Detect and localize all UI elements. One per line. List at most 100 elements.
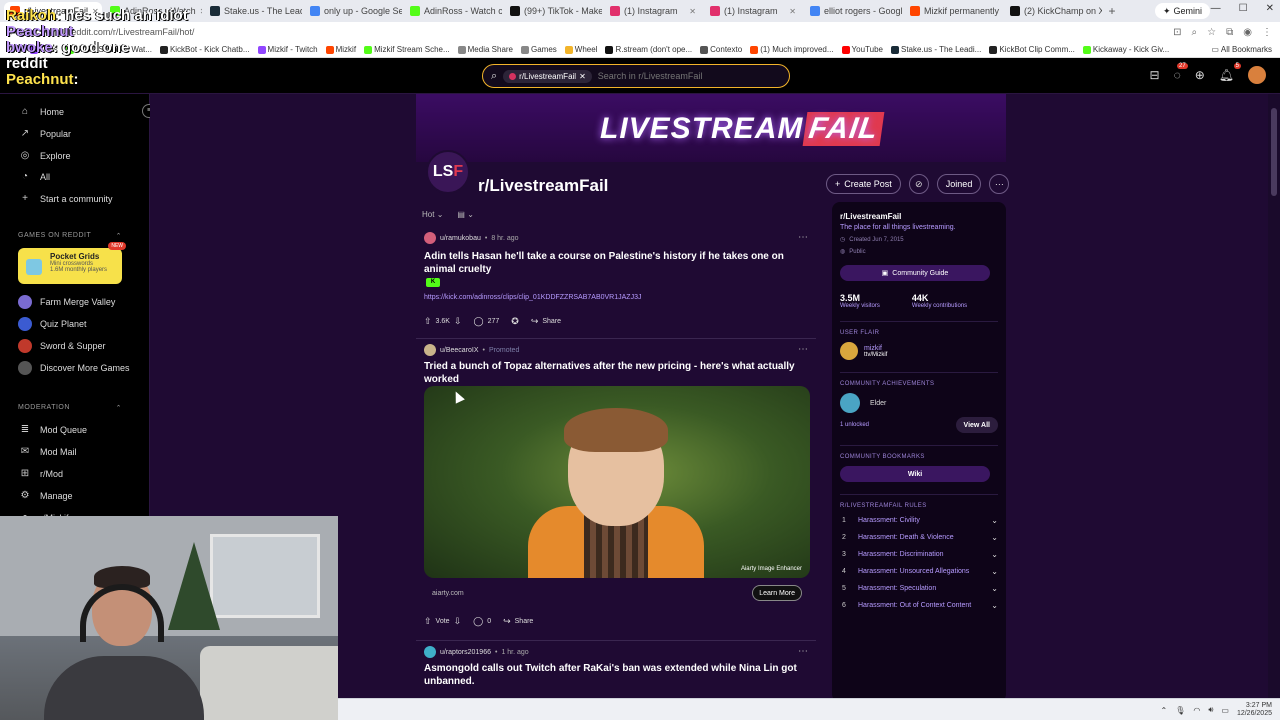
sidebar-game-item[interactable]: Quiz Planet (18, 317, 87, 331)
post-title[interactable]: Adin tells Hasan he'll take a course on … (424, 250, 804, 276)
browser-tab[interactable]: Stake.us - The Leading✕ (204, 2, 302, 20)
post-title[interactable]: Tried a bunch of Topaz alternatives afte… (424, 360, 804, 386)
rule-item[interactable]: 5 Harassment: Speculation ⌄ (840, 584, 998, 594)
wifi-icon[interactable]: ◠ (1193, 706, 1200, 715)
bookmark-item[interactable]: Kickaway - Kick Giv... (1082, 45, 1169, 54)
search-bar[interactable]: ⌕ r/LivestreamFail ✕ (482, 64, 790, 88)
post-link[interactable]: https://kick.com/adinross/clips/clip_01K… (424, 294, 641, 301)
share-button[interactable]: ↪ Share (503, 616, 533, 627)
rule-item[interactable]: 4 Harassment: Unsourced Allegations ⌄ (840, 567, 998, 577)
rule-item[interactable]: 6 Harassment: Out of Context Content ⌄ (840, 601, 998, 611)
minimize-icon[interactable]: — (1211, 3, 1221, 14)
bookmark-item[interactable]: Media Share (457, 45, 513, 54)
profile-icon[interactable]: ◉ (1243, 27, 1252, 38)
bookmark-item[interactable]: (1) Much improved... (750, 45, 834, 54)
share-button[interactable]: ↪ Share (531, 316, 561, 327)
post-more-icon[interactable]: ⋯ (798, 646, 808, 657)
clock[interactable]: 3:27 PM 12/26/2025 (1237, 702, 1272, 718)
downvote-icon[interactable]: ⇩ (454, 316, 462, 327)
sidebar-item-popular[interactable]: ↗ Popular (20, 128, 71, 139)
chevron-down-icon[interactable]: ⌄ (991, 584, 998, 594)
bookmark-item[interactable]: Stake.us - The Leadi... (890, 45, 981, 54)
subreddit-search-chip[interactable]: r/LivestreamFail ✕ (503, 69, 592, 83)
sidebar-game-item[interactable]: Farm Merge Valley (18, 295, 115, 309)
chevron-down-icon[interactable]: ⌄ (991, 567, 998, 577)
sidebar-mod-item[interactable]: ⚙ Manage (20, 490, 73, 501)
new-tab-button[interactable]: + (1104, 4, 1120, 18)
post-author[interactable]: u/raptors201966 (440, 649, 491, 656)
browser-tab[interactable]: (2) KickChamp on X✕ (1004, 2, 1102, 20)
games-section-heading[interactable]: GAMES ON REDDIT ⌃ (18, 232, 122, 240)
bookmark-item[interactable]: Mizkif (325, 45, 356, 54)
community-guide-button[interactable]: ▣ Community Guide (840, 265, 990, 281)
tab-close-icon[interactable]: ✕ (689, 7, 696, 16)
sidebar-item-explore[interactable]: ◎ Explore (20, 150, 71, 161)
notifications-button[interactable]: 🔔︎ 5 (1219, 63, 1241, 82)
comments-button[interactable]: ◯ 277 (474, 316, 500, 327)
sidebar-game-item[interactable]: Discover More Games (18, 361, 130, 375)
bookmark-item[interactable]: R.stream (don't ope... (605, 45, 692, 54)
browser-tab[interactable]: (1) Instagram ✕ (604, 2, 702, 20)
post-more-icon[interactable]: ⋯ (798, 344, 808, 355)
featured-game-card[interactable]: Pocket Grids Mini crosswords 1.6M monthl… (18, 242, 126, 284)
scroll-thumb[interactable] (1271, 108, 1277, 196)
browser-tab[interactable]: (99+) TikTok - Make Your✕ (504, 2, 602, 20)
post-author[interactable]: u/ramukobau (440, 235, 481, 242)
bookmark-item[interactable]: Contexto (700, 45, 742, 54)
chevron-down-icon[interactable]: ⌄ (991, 550, 998, 560)
moderation-section-heading[interactable]: MODERATION ⌃ (18, 404, 122, 412)
zoom-icon[interactable]: ⌕ (1192, 27, 1198, 38)
bookmark-item[interactable]: Games (521, 45, 557, 54)
upvote-icon[interactable]: ⇧ (424, 616, 432, 627)
post-author[interactable]: u/BeecaroIX (440, 347, 479, 354)
chevron-down-icon[interactable]: ⌄ (991, 601, 998, 611)
mic-icon[interactable]: 🎙︎ (1175, 706, 1185, 715)
bookmark-star-icon[interactable]: ☆ (1207, 27, 1216, 38)
wiki-button[interactable]: Wiki (840, 466, 990, 482)
post-more-icon[interactable]: ⋯ (798, 232, 808, 243)
learn-more-button[interactable]: Learn More (752, 585, 802, 601)
bookmark-item[interactable]: Wheel (564, 45, 597, 54)
browser-tab[interactable]: only up - Google Search✕ (304, 2, 402, 20)
browser-tab[interactable]: Mizkif permanently ban✕ (904, 2, 1002, 20)
sidebar-mod-item[interactable]: ≣ Mod Queue (20, 424, 87, 435)
ad-domain[interactable]: aiarty.com (432, 590, 464, 597)
install-icon[interactable]: ⊡ (1173, 27, 1181, 38)
vote-control[interactable]: ⇧ 3.6K ⇩ (424, 316, 462, 327)
ads-icon[interactable]: ⊟ (1150, 68, 1160, 82)
bookmark-item[interactable]: YouTube (841, 45, 883, 54)
browser-tab[interactable]: elliot rogers - Google Se✕ (804, 2, 902, 20)
sidebar-mod-item[interactable]: ⊞ r/Mod (20, 468, 63, 479)
all-bookmarks[interactable]: ▭ All Bookmarks (1211, 45, 1272, 54)
award-button[interactable]: ✪ (511, 316, 519, 327)
maximize-icon[interactable]: ☐ (1239, 3, 1248, 14)
achievement-item[interactable]: Elder (840, 393, 998, 413)
page-scrollbar[interactable] (1268, 94, 1280, 698)
create-icon[interactable]: ⊕ (1195, 68, 1205, 82)
search-input[interactable] (597, 71, 778, 81)
chevron-down-icon[interactable]: ⌄ (991, 516, 998, 526)
bookmark-item[interactable]: KickBot Clip Comm... (989, 45, 1075, 54)
chip-close-icon[interactable]: ✕ (579, 72, 586, 81)
tab-close-icon[interactable]: ✕ (789, 7, 796, 16)
post-title[interactable]: Asmongold calls out Twitch after RaKai's… (424, 662, 804, 688)
chevron-down-icon[interactable]: ⌄ (991, 533, 998, 543)
sidebar-game-item[interactable]: Sword & Supper (18, 339, 106, 353)
notifications-mute-button[interactable]: ⊘ (908, 174, 929, 194)
sort-dropdown[interactable]: Hot ⌄ (422, 210, 443, 219)
battery-icon[interactable]: ▭ (1221, 706, 1229, 715)
joined-button[interactable]: Joined (936, 174, 982, 194)
bookmark-item[interactable]: Mizkif Stream Sche... (364, 45, 450, 54)
vote-control[interactable]: ⇧ Vote ⇩ (424, 616, 461, 627)
more-options-button[interactable]: ⋯ (989, 174, 1010, 194)
rule-item[interactable]: 2 Harassment: Death & Violence ⌄ (840, 533, 998, 543)
downvote-icon[interactable]: ⇩ (454, 616, 462, 627)
chat-button[interactable]: ◌ 27 (1174, 63, 1188, 82)
user-flair[interactable]: mizkif ttv/Mizkif (840, 342, 998, 360)
browser-tab[interactable]: AdinRoss - Watch clips✕ (404, 2, 502, 20)
user-avatar[interactable] (1248, 66, 1266, 84)
browser-tab[interactable]: (1) Instagram ✕ (704, 2, 802, 20)
comments-button[interactable]: ◯ 0 (473, 616, 491, 627)
create-post-button[interactable]: + Create Post (826, 174, 901, 194)
view-dropdown[interactable]: ▤ ⌄ (457, 210, 474, 219)
